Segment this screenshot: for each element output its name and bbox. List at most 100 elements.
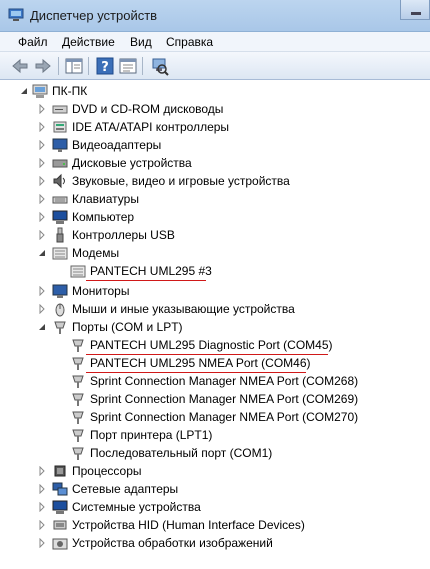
collapsed-arrow-icon[interactable]	[38, 484, 46, 494]
collapsed-arrow-icon[interactable]	[38, 304, 46, 314]
collapsed-arrow-icon[interactable]	[38, 538, 46, 548]
port-icon	[72, 393, 84, 406]
tree-item-label: Контроллеры USB	[72, 228, 175, 242]
menu-bar: Файл Действие Вид Справка	[0, 32, 430, 52]
mouse-icon	[55, 303, 65, 317]
tree-item-label: Звуковые, видео и игровые устройства	[72, 174, 290, 188]
tree-root[interactable]: ПК-ПК	[0, 82, 200, 100]
monitor-icon	[52, 284, 68, 298]
collapsed-arrow-icon[interactable]	[38, 212, 46, 222]
tree-item-label: Устройства обработки изображений	[72, 536, 273, 550]
port-icon	[54, 321, 66, 334]
sound-icon	[53, 173, 65, 189]
minimize-button[interactable]	[400, 0, 430, 20]
console-tree-icon[interactable]	[64, 56, 84, 76]
tree-item-label: Порты (COM и LPT)	[72, 320, 183, 334]
tree-device[interactable]: Последовательный порт (COM1)	[0, 444, 320, 462]
tree-item-label: Компьютер	[72, 210, 135, 224]
scan-hardware-icon[interactable]	[149, 56, 169, 76]
disk-drive-icon	[52, 159, 68, 168]
collapsed-arrow-icon[interactable]	[38, 158, 46, 168]
device-manager-window: Диспетчер устройств Файл Действие Вид Сп…	[0, 0, 430, 569]
tree-device[interactable]: Sprint Connection Manager NMEA Port (COM…	[0, 408, 380, 426]
tree-item-label: Системные устройства	[72, 500, 201, 514]
tree-item-label: Sprint Connection Manager NMEA Port (COM…	[90, 392, 359, 406]
system-device-icon	[52, 500, 68, 514]
tree-device[interactable]: Порт принтера (LPT1)	[0, 426, 300, 444]
tree-category[interactable]: Звуковые, видео и игровые устройства	[0, 172, 330, 190]
forward-arrow-icon[interactable]	[33, 56, 53, 76]
collapsed-arrow-icon[interactable]	[38, 176, 46, 186]
tree-device[interactable]: PANTECH UML295 #3	[0, 262, 300, 280]
tree-item-label: Sprint Connection Manager NMEA Port (COM…	[90, 374, 359, 388]
menu-file[interactable]: Файл	[18, 35, 48, 49]
tree-item-label: PANTECH UML295 NMEA Port (COM46)	[90, 356, 311, 370]
tree-item-label: Последовательный порт (COM1)	[90, 446, 273, 460]
collapsed-arrow-icon[interactable]	[38, 140, 46, 150]
back-arrow-icon[interactable]	[10, 56, 30, 76]
port-icon	[72, 339, 84, 352]
tree-category[interactable]: Устройства HID (Human Interface Devices)	[0, 516, 340, 534]
help-icon[interactable]: ?	[95, 56, 115, 76]
highlight-underline	[86, 280, 206, 281]
menu-help[interactable]: Справка	[166, 35, 213, 49]
expanded-arrow-icon[interactable]	[38, 322, 46, 332]
collapsed-arrow-icon[interactable]	[38, 520, 46, 530]
collapsed-arrow-icon[interactable]	[38, 466, 46, 476]
keyboard-icon	[52, 196, 68, 204]
port-icon	[72, 411, 84, 424]
collapsed-arrow-icon[interactable]	[38, 194, 46, 204]
tree-device[interactable]: Sprint Connection Manager NMEA Port (COM…	[0, 390, 380, 408]
toolbar: ?	[0, 52, 430, 80]
tree-category[interactable]: Процессоры	[0, 462, 300, 480]
tree-category[interactable]: Модемы	[0, 244, 300, 262]
tree-category[interactable]: Мониторы	[0, 282, 300, 300]
tree-category[interactable]: Системные устройства	[0, 498, 300, 516]
tree-item-label: DVD и CD-ROM дисководы	[72, 102, 224, 116]
processor-icon	[54, 465, 66, 477]
modem-icon	[52, 247, 68, 260]
tree-root-label: ПК-ПК	[52, 84, 88, 98]
tree-item-label: Порт принтера (LPT1)	[90, 428, 213, 442]
expanded-arrow-icon[interactable]	[20, 86, 28, 96]
svg-text:?: ?	[101, 60, 109, 75]
tree-category[interactable]: Мыши и иные указывающие устройства	[0, 300, 320, 318]
menu-action[interactable]: Действие	[62, 35, 115, 49]
dvd-drive-icon	[52, 105, 68, 114]
tree-category[interactable]: Контроллеры USB	[0, 226, 300, 244]
menu-view[interactable]: Вид	[130, 35, 152, 49]
computer-icon	[32, 84, 48, 98]
tree-item-label: Мыши и иные указывающие устройства	[72, 302, 295, 316]
tree-category[interactable]: Дисковые устройства	[0, 154, 300, 172]
tree-device[interactable]: PANTECH UML295 NMEA Port (COM46)	[0, 354, 340, 372]
tree-category[interactable]: Порты (COM и LPT)	[0, 318, 300, 336]
tree-category[interactable]: Клавиатуры	[0, 190, 300, 208]
collapsed-arrow-icon[interactable]	[38, 122, 46, 132]
tree-device[interactable]: PANTECH UML295 Diagnostic Port (COM45)	[0, 336, 340, 354]
tree-category[interactable]: IDE ATA/ATAPI контроллеры	[0, 118, 300, 136]
tree-category[interactable]: DVD и CD-ROM дисководы	[0, 100, 300, 118]
imaging-device-icon	[52, 538, 68, 550]
title-bar[interactable]: Диспетчер устройств	[0, 0, 430, 32]
device-tree: ПК-ПК DVD и CD-ROM дисководы IDE ATA/ATA…	[0, 80, 430, 569]
ide-controller-icon	[53, 121, 67, 133]
tree-category[interactable]: Устройства обработки изображений	[0, 534, 340, 552]
tree-category[interactable]: Компьютер	[0, 208, 300, 226]
tree-item-label: Видеоадаптеры	[72, 138, 162, 152]
collapsed-arrow-icon[interactable]	[38, 502, 46, 512]
tree-item-label: IDE ATA/ATAPI контроллеры	[72, 120, 230, 134]
tree-category[interactable]: Видеоадаптеры	[0, 136, 300, 154]
properties-icon[interactable]	[118, 56, 138, 76]
collapsed-arrow-icon[interactable]	[38, 104, 46, 114]
computer-icon	[52, 210, 68, 224]
collapsed-arrow-icon[interactable]	[38, 286, 46, 296]
tree-device[interactable]: Sprint Connection Manager NMEA Port (COM…	[0, 372, 380, 390]
tree-category[interactable]: Сетевые адаптеры	[0, 480, 300, 498]
network-adapter-icon	[52, 482, 68, 496]
tree-item-label: Дисковые устройства	[72, 156, 192, 170]
port-icon	[72, 447, 84, 460]
expanded-arrow-icon[interactable]	[38, 248, 46, 258]
port-icon	[72, 375, 84, 388]
port-icon	[72, 357, 84, 370]
collapsed-arrow-icon[interactable]	[38, 230, 46, 240]
